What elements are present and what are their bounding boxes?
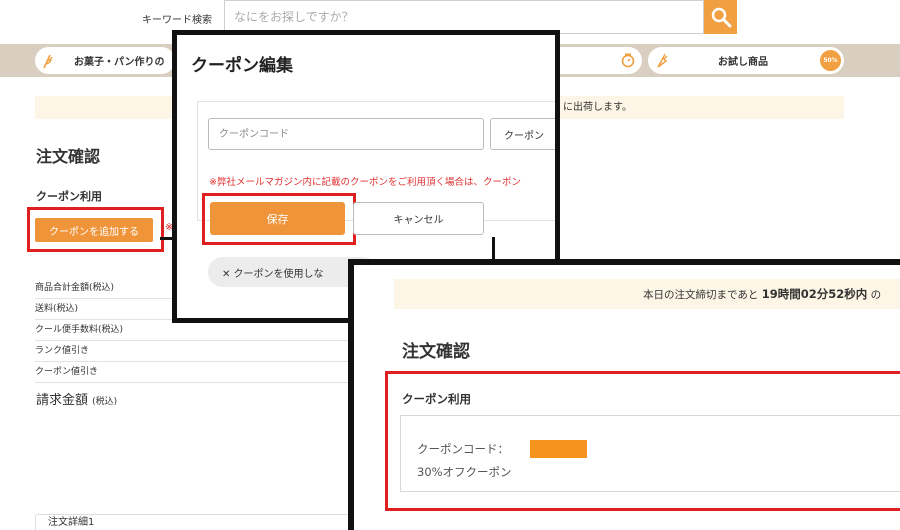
highlight-frame-add-coupon [27,207,164,252]
page-title: 注文確認 [36,147,101,166]
nav-item-baking[interactable]: お菓子・パン作りの [35,47,175,74]
search-box[interactable] [224,0,704,34]
nav-item-baking-label: お菓子・パン作りの [74,57,165,68]
cancel-button[interactable]: キャンセル [353,202,484,235]
deadline-prefix: 本日の注文締切まであと [643,289,759,301]
coupon-section-label: クーポン利用 [36,190,102,203]
mail-magazine-note: ※弊社メールマガジン内に記載のクーポンをご利用頂く場合は、クーポン [209,177,521,188]
deadline-notice: 本日の注文締切まであと 19時間02分52秒内 の [394,279,900,309]
summary-row-rank-discount: ランク値引き [35,341,355,362]
search-input[interactable] [225,1,703,33]
billing-total-suffix: (税込) [92,397,118,407]
applied-coupon-code-label: クーポンコード： [417,442,509,456]
wheat-icon [43,54,53,68]
summary-row-cool-fee: クール便手数料(税込) [35,320,355,341]
keyword-search-label: キーワード検索 [142,15,212,26]
save-button[interactable]: 保存 [210,202,345,235]
billing-total: 請求金額 (税込) [36,389,117,408]
deadline-time: 19時間02分52秒内 [761,287,868,301]
scale-icon [621,53,635,68]
coupon-code-redaction [530,440,587,458]
result-panel: 本日の注文締切まであと 19時間02分52秒内 の 注文確認 クーポン利用 クー… [348,259,900,530]
carrot-icon [657,53,668,68]
billing-total-label: 請求金額 [36,393,89,408]
result-coupon-label: クーポン利用 [402,392,471,406]
nav-item-trial-label: お試し商品 [718,57,768,68]
modal-title: クーポン編集 [191,56,293,76]
result-page-title: 注文確認 [402,342,470,362]
nav-item-kitchen[interactable] [560,47,642,74]
deadline-suffix: の [870,289,882,301]
order-detail-label: 注文詳細1 [48,517,95,528]
search-button[interactable] [704,0,737,34]
coupon-apply-button[interactable]: クーポン [490,118,555,150]
order-detail-box[interactable]: 注文詳細1 [35,514,355,530]
summary-row-coupon-discount: クーポン値引き [35,362,355,383]
coupon-code-input[interactable] [208,118,484,150]
search-icon [711,7,731,28]
applied-coupon-name: 30%オフクーポン [417,465,512,479]
discount-badge: 50% [820,50,841,71]
nav-item-trial[interactable]: お試し商品 50% [648,47,844,74]
